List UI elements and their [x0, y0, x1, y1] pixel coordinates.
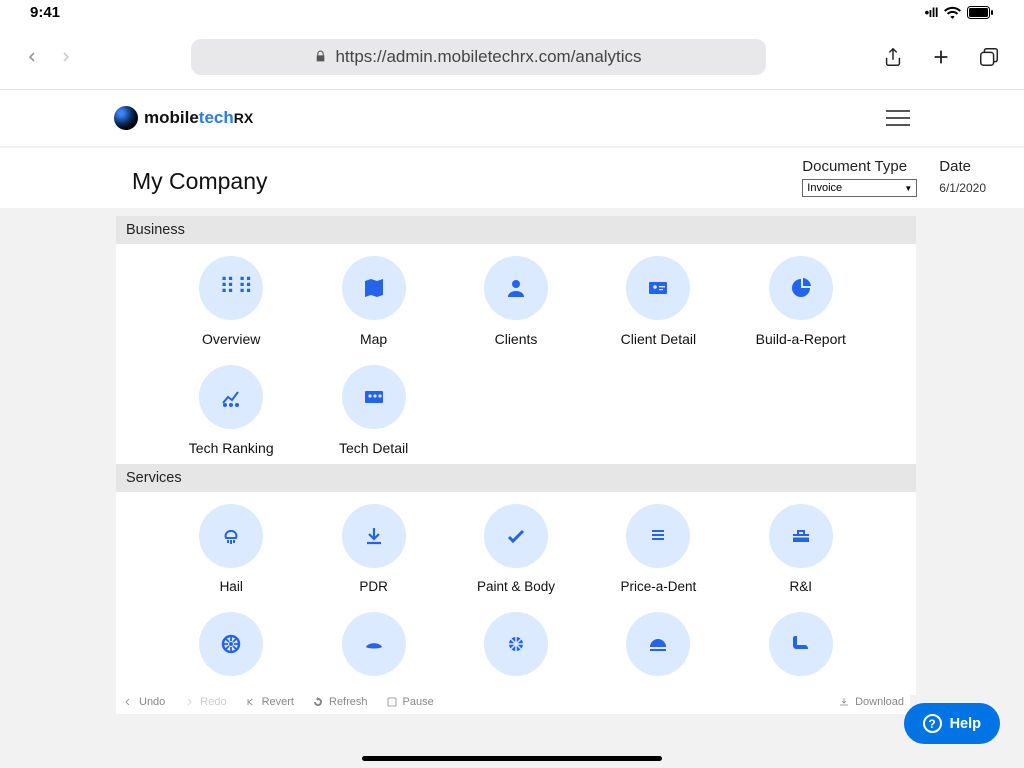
menu-button[interactable]: [886, 105, 910, 131]
windshield-icon: [362, 632, 386, 656]
toolbox-icon: [789, 524, 813, 548]
wifi-icon: [944, 6, 961, 19]
app-header: mobiletechRX: [0, 90, 1024, 146]
tile-overview[interactable]: ⠿⠿ Overview: [166, 256, 296, 347]
browser-toolbar: https://admin.mobiletechrx.com/analytics: [0, 24, 1024, 90]
dome-icon: [646, 632, 670, 656]
document-type-select[interactable]: Invoice: [802, 179, 917, 197]
redo-button[interactable]: Redo: [183, 696, 226, 708]
check-icon: [504, 524, 528, 548]
section-header-services: Services: [116, 464, 916, 492]
map-icon: [362, 276, 386, 300]
company-title: My Company: [132, 168, 267, 195]
document-type-label: Document Type: [802, 158, 917, 175]
list-icon: [646, 524, 670, 548]
content-area: My Company Document Type Invoice Date 6/…: [0, 146, 1024, 768]
help-icon: ?: [923, 714, 942, 733]
logo-mark-icon: [114, 106, 138, 130]
segmented-circle-icon: [504, 632, 528, 656]
undo-button[interactable]: Undo: [122, 696, 165, 708]
brand-logo[interactable]: mobiletechRX: [114, 106, 253, 130]
new-tab-icon[interactable]: [930, 46, 952, 68]
tile-dome[interactable]: [593, 612, 723, 687]
grid-icon: ⠿⠿: [219, 276, 243, 300]
services-tiles: Hail PDR Paint & Body Price-a-Dent R&I: [166, 504, 866, 687]
battery-icon: [967, 6, 994, 19]
download-button[interactable]: Download: [838, 696, 904, 708]
id-card-icon: [646, 276, 670, 300]
cellular-icon: •ıll: [925, 5, 938, 20]
clock: 9:41: [30, 4, 60, 21]
address-bar[interactable]: https://admin.mobiletechrx.com/analytics: [191, 39, 766, 75]
tile-wheel[interactable]: [166, 612, 296, 687]
business-tiles: ⠿⠿ Overview Map Clients Client Detail: [166, 256, 866, 456]
date-label: Date: [939, 158, 986, 175]
home-indicator: [362, 756, 662, 761]
hail-icon: [219, 524, 243, 548]
tile-windshield[interactable]: [308, 612, 438, 687]
tile-r-and-i[interactable]: R&I: [736, 504, 866, 594]
tile-client-detail[interactable]: Client Detail: [593, 256, 723, 347]
seat-icon: [789, 632, 813, 656]
forward-button[interactable]: [58, 49, 74, 65]
refresh-button[interactable]: Refresh: [312, 696, 368, 708]
tile-price-a-dent[interactable]: Price-a-Dent: [593, 504, 723, 594]
share-icon[interactable]: [882, 46, 904, 68]
ranking-icon: [219, 385, 243, 409]
tile-tech-ranking[interactable]: Tech Ranking: [166, 365, 296, 456]
tabs-icon[interactable]: [978, 46, 1000, 68]
tile-tech-detail[interactable]: Tech Detail: [308, 365, 438, 456]
tile-hail[interactable]: Hail: [166, 504, 296, 594]
tile-build-a-report[interactable]: Build-a-Report: [736, 256, 866, 347]
revert-button[interactable]: Revert: [245, 696, 294, 708]
tile-seat[interactable]: [736, 612, 866, 687]
people-detail-icon: [362, 385, 386, 409]
person-icon: [504, 276, 528, 300]
date-value: 6/1/2020: [939, 181, 986, 195]
back-button[interactable]: [24, 49, 40, 65]
section-header-business: Business: [116, 216, 916, 244]
tile-ball[interactable]: [451, 612, 581, 687]
tile-paint-body[interactable]: Paint & Body: [451, 504, 581, 594]
help-button[interactable]: ? Help: [904, 703, 1000, 744]
wheel-icon: [219, 632, 243, 656]
lock-icon: [314, 50, 327, 63]
page-header-row: My Company Document Type Invoice Date 6/…: [0, 148, 1024, 208]
tile-pdr[interactable]: PDR: [308, 504, 438, 594]
tile-map[interactable]: Map: [308, 256, 438, 347]
device-status-bar: 9:41 •ıll: [0, 0, 1024, 24]
pie-chart-icon: [789, 276, 813, 300]
url-text: https://admin.mobiletechrx.com/analytics: [335, 47, 641, 67]
pause-button[interactable]: Pause: [386, 696, 434, 708]
viz-toolbar: Undo Redo Revert Refresh Pause Download: [116, 690, 910, 714]
tile-clients[interactable]: Clients: [451, 256, 581, 347]
download-icon: [362, 524, 386, 548]
